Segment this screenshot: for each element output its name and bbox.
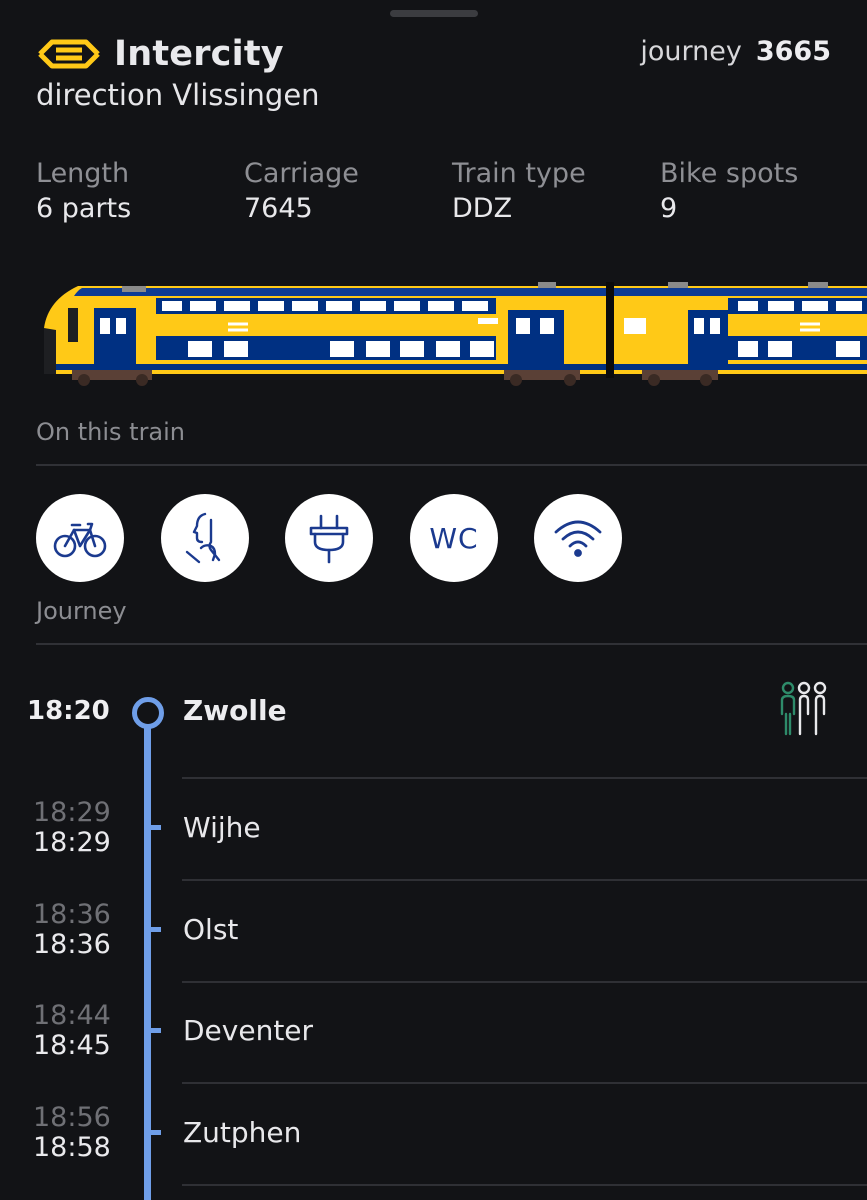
row-separator	[182, 777, 867, 779]
train-category-title: Intercity	[114, 34, 284, 74]
amenity-wifi[interactable]	[534, 494, 622, 582]
station-name: Zutphen	[183, 1116, 302, 1149]
divider	[36, 643, 867, 645]
scheduled-time: 18:56	[33, 1102, 111, 1133]
spec-value: 9	[660, 193, 678, 224]
spec-label: Length	[36, 158, 130, 189]
bike-icon	[53, 522, 107, 558]
row-separator	[182, 879, 867, 881]
actual-time: 18:45	[33, 1030, 111, 1061]
spec-length: Length 6 parts	[36, 158, 131, 224]
origin-departure-time: 18:20	[27, 696, 110, 726]
station-name: Wijhe	[183, 811, 261, 844]
toilet-icon: WC	[429, 521, 479, 555]
power-plug-icon	[309, 514, 349, 564]
sheet-drag-handle[interactable]	[390, 10, 478, 17]
ns-logo-icon	[38, 39, 100, 69]
origin-stop-marker	[132, 697, 164, 729]
train-direction: direction Vlissingen	[36, 78, 320, 112]
brand: Intercity	[36, 34, 284, 74]
scheduled-time: 18:36	[33, 899, 111, 930]
stop-marker	[151, 927, 161, 932]
spec-bike-spots: Bike spots 9	[660, 158, 798, 224]
divider	[36, 464, 867, 466]
spec-value: 7645	[244, 193, 313, 224]
spec-label: Carriage	[244, 158, 359, 189]
train-composition-image[interactable]	[38, 278, 867, 388]
row-separator	[182, 1082, 867, 1084]
spec-label: Train type	[452, 158, 586, 189]
journey-number: journey 3665	[640, 36, 831, 67]
wifi-icon	[554, 520, 602, 557]
train-coach-2	[614, 282, 867, 386]
spec-train-type: Train type DDZ	[452, 158, 586, 224]
amenity-bike[interactable]	[36, 494, 124, 582]
spec-value: DDZ	[452, 193, 513, 224]
spec-label: Bike spots	[660, 158, 799, 189]
stop-marker	[151, 825, 161, 830]
actual-time: 18:29	[33, 827, 111, 858]
row-separator	[182, 1184, 867, 1186]
stop-marker	[151, 1028, 161, 1033]
on-this-train-label: On this train	[36, 418, 186, 446]
station-name: Olst	[183, 913, 239, 946]
scheduled-time: 18:29	[33, 797, 111, 828]
actual-time: 18:58	[33, 1132, 111, 1163]
spec-carriage: Carriage 7645	[244, 158, 359, 224]
journey-number-value: 3665	[755, 36, 831, 67]
station-name: Deventer	[183, 1014, 314, 1047]
train-coach-1	[44, 282, 606, 386]
train-specs: Length 6 parts Carriage 7645 Train type …	[36, 158, 856, 234]
crowdedness-icon	[780, 681, 827, 736]
amenity-silence[interactable]	[161, 494, 249, 582]
scheduled-time: 18:44	[33, 1000, 111, 1031]
spec-value: 6 parts	[36, 193, 132, 224]
journey-label: journey	[640, 36, 742, 67]
train-header: Intercity direction Vlissingen journey 36…	[36, 30, 831, 120]
actual-time: 18:36	[33, 929, 111, 960]
journey-label: Journey	[36, 597, 127, 625]
amenity-toilet[interactable]: WC	[410, 494, 498, 582]
route-timeline-line	[144, 712, 151, 1200]
row-separator	[182, 981, 867, 983]
stop-marker	[151, 1130, 161, 1135]
silence-icon	[185, 512, 221, 564]
amenity-power[interactable]	[285, 494, 373, 582]
origin-station-name: Zwolle	[183, 694, 287, 727]
